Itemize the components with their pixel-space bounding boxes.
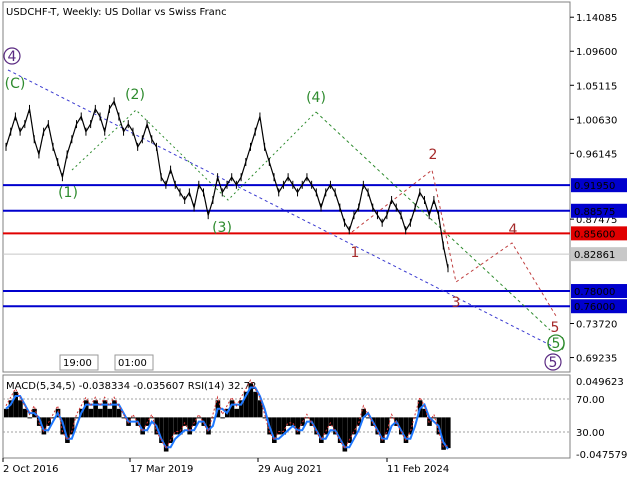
macd-histogram-bar xyxy=(88,408,94,418)
price-tick-label: 1.14085 xyxy=(576,13,617,24)
indicator-tick-label: 0.049623 xyxy=(576,377,624,388)
time-tick-label: 11 Feb 2024 xyxy=(387,464,449,475)
price-level-label: 0.78000 xyxy=(574,287,615,298)
macd-histogram-bar xyxy=(18,400,23,418)
macd-histogram-bar xyxy=(446,417,451,449)
wave-label: (1) xyxy=(58,185,78,201)
wave-label: (4) xyxy=(306,90,326,106)
time-tick-label: 2 Oct 2016 xyxy=(3,464,58,475)
macd-histogram-bar xyxy=(234,408,240,418)
macd-histogram-bar xyxy=(4,408,9,418)
macd-histogram-bar xyxy=(107,408,113,418)
macd-histogram-bar xyxy=(149,417,155,419)
wave-label: 2 xyxy=(429,147,438,163)
macd-histogram-bar xyxy=(93,400,98,418)
wave-label: 3 xyxy=(452,295,461,311)
macd-histogram-bar xyxy=(168,417,174,443)
price-chart: USDCHF-T, Weekly: US Dollar vs Swiss Fra… xyxy=(0,0,640,480)
wave-label: (C) xyxy=(5,76,26,92)
macd-histogram-bar xyxy=(323,417,329,435)
time-tick-label: 29 Aug 2021 xyxy=(258,464,322,475)
indicator-tick-label: -0.047579 xyxy=(576,450,627,461)
macd-histogram-bar xyxy=(112,400,117,418)
price-tick-label: 0.96145 xyxy=(576,149,617,160)
wave-label: 1 xyxy=(351,245,360,261)
macd-histogram-bar xyxy=(182,417,188,426)
macd-histogram-bar xyxy=(187,417,192,435)
macd-histogram-bar xyxy=(253,391,258,418)
chart-title: USDCHF-T, Weekly: US Dollar vs Swiss Fra… xyxy=(6,7,227,18)
indicator-tick-label: 30.00 xyxy=(576,428,605,439)
wave-label: 4 xyxy=(509,222,518,238)
macd-histogram-bar xyxy=(290,417,296,426)
indicator-tick-label: 70.00 xyxy=(576,395,605,406)
session-label-1: 19:00 xyxy=(63,358,92,369)
macd-histogram-bar xyxy=(220,417,225,419)
price-level-label: 0.91950 xyxy=(574,181,615,192)
price-tick-label: 0.73720 xyxy=(576,320,617,331)
price-tick-label: 1.05115 xyxy=(576,81,617,92)
macd-histogram-bar xyxy=(102,400,108,418)
wave-label: 4 xyxy=(8,49,17,65)
macd-histogram-bar xyxy=(130,417,136,419)
wave-label: (2) xyxy=(125,87,145,103)
macd-histogram-bar xyxy=(351,417,357,435)
wave-label: (3) xyxy=(212,220,232,236)
price-level-label: 0.88575 xyxy=(574,207,615,218)
indicator-title: MACD(5,34,5) -0.038334 -0.035607 RSI(14)… xyxy=(6,381,256,392)
wave-label: 5 xyxy=(549,355,558,371)
wave-label: (5) xyxy=(546,336,566,352)
price-level-label: 0.82861 xyxy=(574,250,615,261)
macd-histogram-bar xyxy=(116,408,122,418)
price-level-label: 0.76000 xyxy=(574,302,615,313)
price-tick-label: 1.00630 xyxy=(576,115,617,126)
price-tick-label: 1.09600 xyxy=(576,47,617,58)
time-tick-label: 17 Mar 2019 xyxy=(130,464,193,475)
wave-label: 5 xyxy=(551,320,560,336)
session-label-2: 01:00 xyxy=(118,358,147,369)
price-level-label: 0.85600 xyxy=(574,229,615,240)
macd-histogram-bar xyxy=(328,417,334,426)
macd-histogram-bar xyxy=(98,408,103,418)
macd-histogram-bar xyxy=(196,417,202,419)
macd-histogram-bar xyxy=(27,417,33,419)
price-tick-label: 0.69235 xyxy=(576,354,617,365)
